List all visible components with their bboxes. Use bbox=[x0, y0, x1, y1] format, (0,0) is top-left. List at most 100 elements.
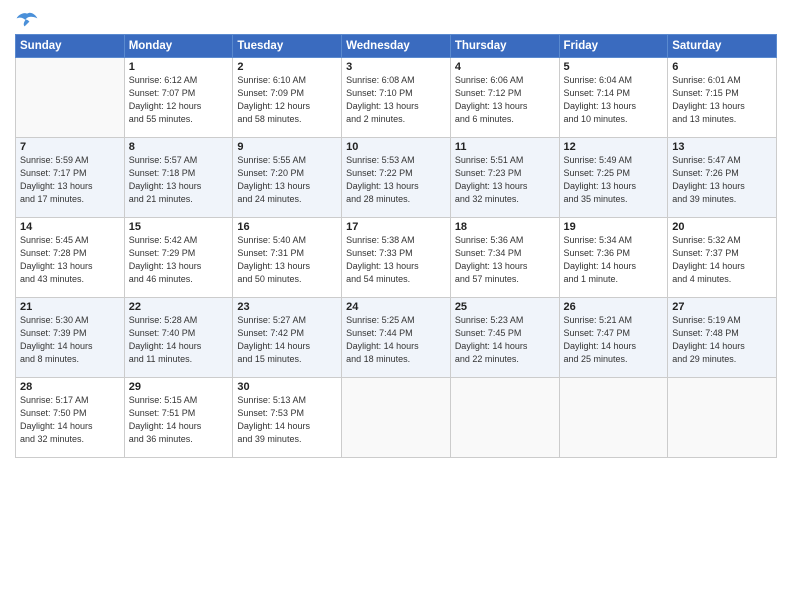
day-number: 18 bbox=[455, 221, 555, 233]
day-info: Sunrise: 5:17 AM Sunset: 7:50 PM Dayligh… bbox=[20, 394, 120, 446]
day-number: 9 bbox=[237, 141, 337, 153]
weekday-header-monday: Monday bbox=[124, 35, 233, 58]
day-number: 24 bbox=[346, 301, 446, 313]
calendar-cell: 14Sunrise: 5:45 AM Sunset: 7:28 PM Dayli… bbox=[16, 218, 125, 298]
calendar-week-3: 14Sunrise: 5:45 AM Sunset: 7:28 PM Dayli… bbox=[16, 218, 777, 298]
calendar-cell: 27Sunrise: 5:19 AM Sunset: 7:48 PM Dayli… bbox=[668, 298, 777, 378]
day-info: Sunrise: 5:38 AM Sunset: 7:33 PM Dayligh… bbox=[346, 234, 446, 286]
calendar-week-5: 28Sunrise: 5:17 AM Sunset: 7:50 PM Dayli… bbox=[16, 378, 777, 458]
day-info: Sunrise: 5:57 AM Sunset: 7:18 PM Dayligh… bbox=[129, 154, 229, 206]
calendar-cell: 12Sunrise: 5:49 AM Sunset: 7:25 PM Dayli… bbox=[559, 138, 668, 218]
day-info: Sunrise: 5:34 AM Sunset: 7:36 PM Dayligh… bbox=[564, 234, 664, 286]
day-number: 4 bbox=[455, 61, 555, 73]
main-container: SundayMondayTuesdayWednesdayThursdayFrid… bbox=[0, 0, 792, 468]
calendar-cell: 6Sunrise: 6:01 AM Sunset: 7:15 PM Daylig… bbox=[668, 58, 777, 138]
calendar-cell: 22Sunrise: 5:28 AM Sunset: 7:40 PM Dayli… bbox=[124, 298, 233, 378]
calendar-cell: 29Sunrise: 5:15 AM Sunset: 7:51 PM Dayli… bbox=[124, 378, 233, 458]
calendar-cell: 24Sunrise: 5:25 AM Sunset: 7:44 PM Dayli… bbox=[342, 298, 451, 378]
weekday-header-tuesday: Tuesday bbox=[233, 35, 342, 58]
day-info: Sunrise: 5:36 AM Sunset: 7:34 PM Dayligh… bbox=[455, 234, 555, 286]
day-info: Sunrise: 6:04 AM Sunset: 7:14 PM Dayligh… bbox=[564, 74, 664, 126]
calendar-cell: 9Sunrise: 5:55 AM Sunset: 7:20 PM Daylig… bbox=[233, 138, 342, 218]
day-number: 11 bbox=[455, 141, 555, 153]
logo bbox=[15, 10, 41, 30]
weekday-header-thursday: Thursday bbox=[450, 35, 559, 58]
calendar-cell bbox=[668, 378, 777, 458]
calendar-cell: 2Sunrise: 6:10 AM Sunset: 7:09 PM Daylig… bbox=[233, 58, 342, 138]
day-info: Sunrise: 5:21 AM Sunset: 7:47 PM Dayligh… bbox=[564, 314, 664, 366]
weekday-header-row: SundayMondayTuesdayWednesdayThursdayFrid… bbox=[16, 35, 777, 58]
day-info: Sunrise: 5:19 AM Sunset: 7:48 PM Dayligh… bbox=[672, 314, 772, 366]
day-number: 10 bbox=[346, 141, 446, 153]
calendar-cell: 17Sunrise: 5:38 AM Sunset: 7:33 PM Dayli… bbox=[342, 218, 451, 298]
day-info: Sunrise: 5:32 AM Sunset: 7:37 PM Dayligh… bbox=[672, 234, 772, 286]
day-info: Sunrise: 5:23 AM Sunset: 7:45 PM Dayligh… bbox=[455, 314, 555, 366]
day-number: 19 bbox=[564, 221, 664, 233]
calendar-cell bbox=[342, 378, 451, 458]
calendar-cell: 13Sunrise: 5:47 AM Sunset: 7:26 PM Dayli… bbox=[668, 138, 777, 218]
calendar-week-2: 7Sunrise: 5:59 AM Sunset: 7:17 PM Daylig… bbox=[16, 138, 777, 218]
calendar-cell: 20Sunrise: 5:32 AM Sunset: 7:37 PM Dayli… bbox=[668, 218, 777, 298]
calendar-cell: 28Sunrise: 5:17 AM Sunset: 7:50 PM Dayli… bbox=[16, 378, 125, 458]
day-info: Sunrise: 5:53 AM Sunset: 7:22 PM Dayligh… bbox=[346, 154, 446, 206]
header bbox=[15, 10, 777, 30]
day-number: 26 bbox=[564, 301, 664, 313]
calendar-cell: 7Sunrise: 5:59 AM Sunset: 7:17 PM Daylig… bbox=[16, 138, 125, 218]
day-info: Sunrise: 5:42 AM Sunset: 7:29 PM Dayligh… bbox=[129, 234, 229, 286]
day-info: Sunrise: 5:28 AM Sunset: 7:40 PM Dayligh… bbox=[129, 314, 229, 366]
calendar-cell: 11Sunrise: 5:51 AM Sunset: 7:23 PM Dayli… bbox=[450, 138, 559, 218]
day-info: Sunrise: 5:49 AM Sunset: 7:25 PM Dayligh… bbox=[564, 154, 664, 206]
calendar-cell: 4Sunrise: 6:06 AM Sunset: 7:12 PM Daylig… bbox=[450, 58, 559, 138]
day-number: 6 bbox=[672, 61, 772, 73]
weekday-header-friday: Friday bbox=[559, 35, 668, 58]
calendar-cell: 8Sunrise: 5:57 AM Sunset: 7:18 PM Daylig… bbox=[124, 138, 233, 218]
day-number: 1 bbox=[129, 61, 229, 73]
weekday-header-wednesday: Wednesday bbox=[342, 35, 451, 58]
calendar-cell: 5Sunrise: 6:04 AM Sunset: 7:14 PM Daylig… bbox=[559, 58, 668, 138]
day-number: 23 bbox=[237, 301, 337, 313]
calendar-cell bbox=[559, 378, 668, 458]
day-info: Sunrise: 5:47 AM Sunset: 7:26 PM Dayligh… bbox=[672, 154, 772, 206]
calendar-cell: 18Sunrise: 5:36 AM Sunset: 7:34 PM Dayli… bbox=[450, 218, 559, 298]
day-number: 29 bbox=[129, 381, 229, 393]
day-number: 5 bbox=[564, 61, 664, 73]
calendar-week-1: 1Sunrise: 6:12 AM Sunset: 7:07 PM Daylig… bbox=[16, 58, 777, 138]
day-number: 27 bbox=[672, 301, 772, 313]
calendar-cell bbox=[450, 378, 559, 458]
day-number: 22 bbox=[129, 301, 229, 313]
day-info: Sunrise: 5:51 AM Sunset: 7:23 PM Dayligh… bbox=[455, 154, 555, 206]
day-number: 17 bbox=[346, 221, 446, 233]
day-number: 25 bbox=[455, 301, 555, 313]
day-info: Sunrise: 6:06 AM Sunset: 7:12 PM Dayligh… bbox=[455, 74, 555, 126]
calendar-cell: 21Sunrise: 5:30 AM Sunset: 7:39 PM Dayli… bbox=[16, 298, 125, 378]
day-info: Sunrise: 5:59 AM Sunset: 7:17 PM Dayligh… bbox=[20, 154, 120, 206]
day-info: Sunrise: 5:13 AM Sunset: 7:53 PM Dayligh… bbox=[237, 394, 337, 446]
day-number: 7 bbox=[20, 141, 120, 153]
day-info: Sunrise: 6:10 AM Sunset: 7:09 PM Dayligh… bbox=[237, 74, 337, 126]
day-number: 13 bbox=[672, 141, 772, 153]
day-number: 16 bbox=[237, 221, 337, 233]
calendar-cell: 30Sunrise: 5:13 AM Sunset: 7:53 PM Dayli… bbox=[233, 378, 342, 458]
day-info: Sunrise: 6:01 AM Sunset: 7:15 PM Dayligh… bbox=[672, 74, 772, 126]
day-info: Sunrise: 5:27 AM Sunset: 7:42 PM Dayligh… bbox=[237, 314, 337, 366]
day-info: Sunrise: 5:30 AM Sunset: 7:39 PM Dayligh… bbox=[20, 314, 120, 366]
calendar-cell: 10Sunrise: 5:53 AM Sunset: 7:22 PM Dayli… bbox=[342, 138, 451, 218]
day-number: 8 bbox=[129, 141, 229, 153]
day-number: 28 bbox=[20, 381, 120, 393]
day-info: Sunrise: 5:40 AM Sunset: 7:31 PM Dayligh… bbox=[237, 234, 337, 286]
day-info: Sunrise: 6:12 AM Sunset: 7:07 PM Dayligh… bbox=[129, 74, 229, 126]
day-number: 15 bbox=[129, 221, 229, 233]
calendar-table: SundayMondayTuesdayWednesdayThursdayFrid… bbox=[15, 34, 777, 458]
calendar-week-4: 21Sunrise: 5:30 AM Sunset: 7:39 PM Dayli… bbox=[16, 298, 777, 378]
calendar-cell: 26Sunrise: 5:21 AM Sunset: 7:47 PM Dayli… bbox=[559, 298, 668, 378]
calendar-cell: 23Sunrise: 5:27 AM Sunset: 7:42 PM Dayli… bbox=[233, 298, 342, 378]
calendar-cell: 25Sunrise: 5:23 AM Sunset: 7:45 PM Dayli… bbox=[450, 298, 559, 378]
day-info: Sunrise: 5:45 AM Sunset: 7:28 PM Dayligh… bbox=[20, 234, 120, 286]
logo-icon bbox=[15, 10, 39, 30]
calendar-cell: 19Sunrise: 5:34 AM Sunset: 7:36 PM Dayli… bbox=[559, 218, 668, 298]
day-number: 21 bbox=[20, 301, 120, 313]
calendar-cell bbox=[16, 58, 125, 138]
calendar-cell: 15Sunrise: 5:42 AM Sunset: 7:29 PM Dayli… bbox=[124, 218, 233, 298]
weekday-header-sunday: Sunday bbox=[16, 35, 125, 58]
day-number: 14 bbox=[20, 221, 120, 233]
